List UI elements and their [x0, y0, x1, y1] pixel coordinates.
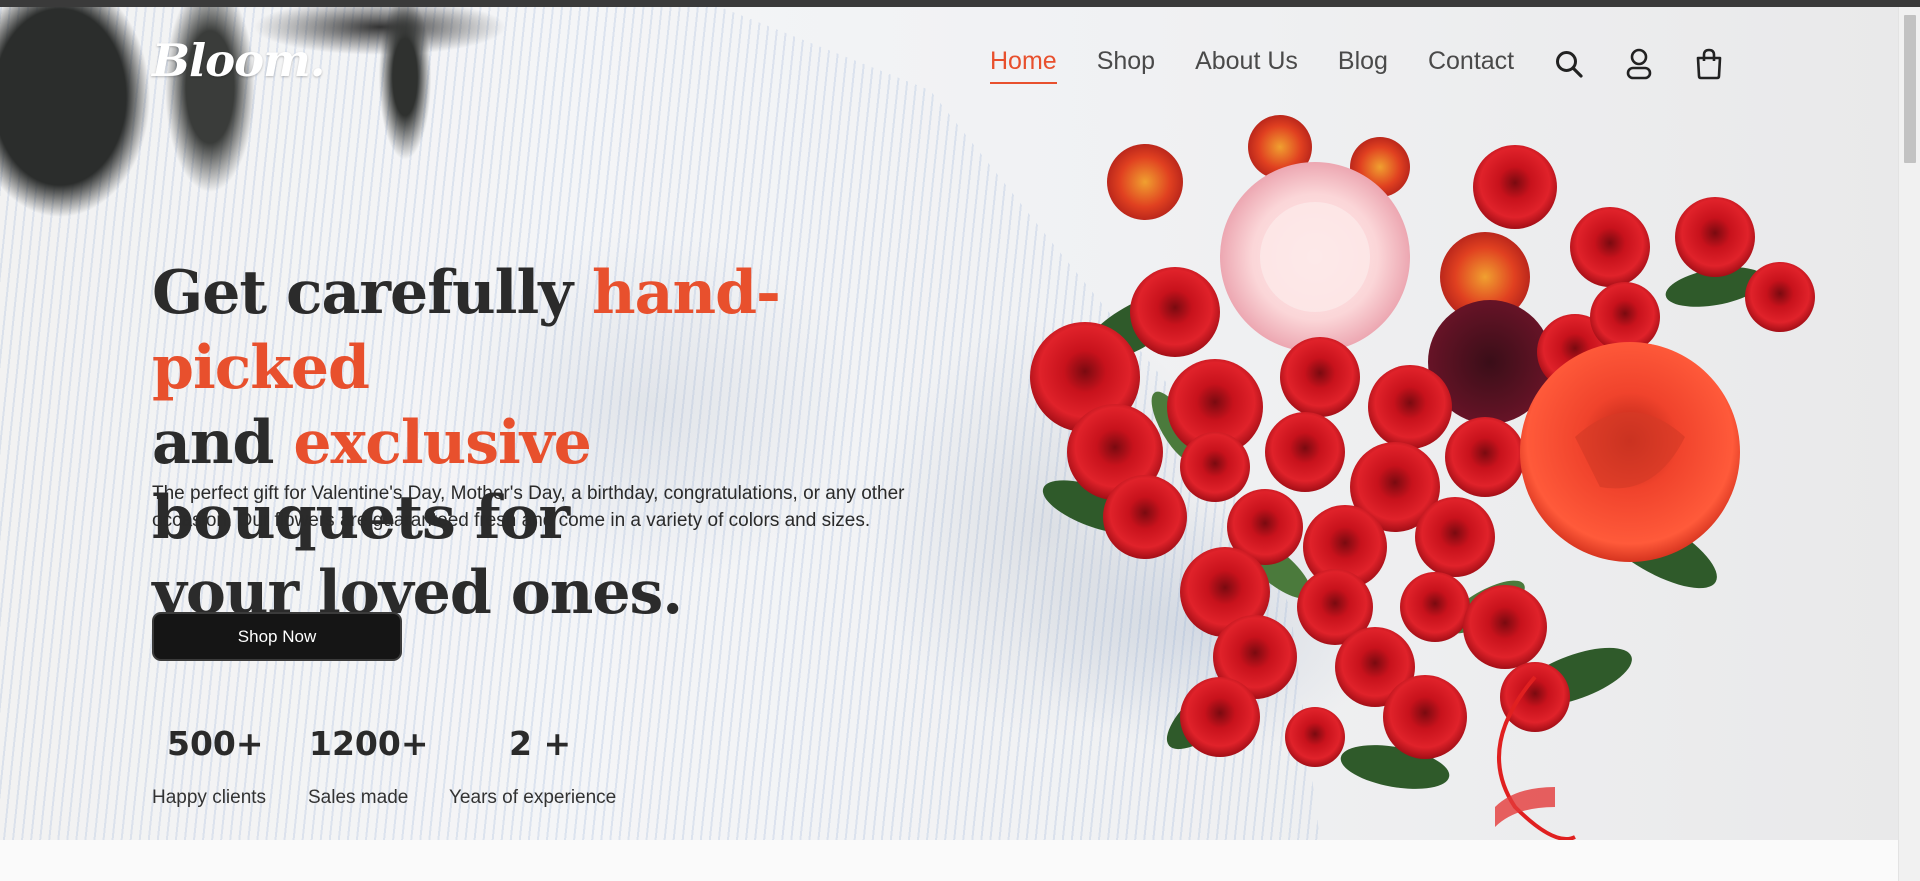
- rose-bouquet-image: [1030, 115, 1815, 840]
- stat-value: 1200+: [309, 724, 429, 763]
- headline-accent-exclusive: exclusive: [293, 408, 592, 478]
- nav-link-blog[interactable]: Blog: [1338, 47, 1388, 82]
- main-navigation: Home Shop About Us Blog Contact: [990, 44, 1724, 84]
- shopping-bag-icon[interactable]: [1694, 48, 1724, 80]
- scrollbar-thumb[interactable]: [1904, 15, 1916, 163]
- nav-link-contact[interactable]: Contact: [1428, 47, 1514, 82]
- nav-link-about-us[interactable]: About Us: [1195, 47, 1298, 82]
- stat-value: 2 +: [509, 724, 572, 763]
- browser-top-strip: [0, 0, 1920, 7]
- next-section-area: [0, 840, 1898, 881]
- nav-icon-group: [1554, 48, 1724, 80]
- nav-link-shop[interactable]: Shop: [1097, 47, 1155, 82]
- nav-link-home[interactable]: Home: [990, 47, 1057, 84]
- stat-label: Years of experience: [449, 787, 617, 808]
- headline-text-1: Get carefully: [152, 258, 592, 328]
- stat-label: Sales made: [308, 787, 409, 808]
- hero-headline: Get carefully hand-picked and exclusive …: [152, 256, 912, 631]
- stat-label: Happy clients: [152, 787, 267, 808]
- search-icon[interactable]: [1554, 48, 1584, 80]
- page-scrollbar[interactable]: [1898, 7, 1920, 881]
- stat-value: 500+: [167, 724, 264, 763]
- hero-description: The perfect gift for Valentine's Day, Mo…: [152, 483, 905, 531]
- shop-now-button[interactable]: Shop Now: [152, 612, 402, 661]
- user-icon[interactable]: [1624, 48, 1654, 80]
- headline-text-2: and: [152, 408, 294, 478]
- brand-logo[interactable]: Bloom.: [152, 34, 325, 87]
